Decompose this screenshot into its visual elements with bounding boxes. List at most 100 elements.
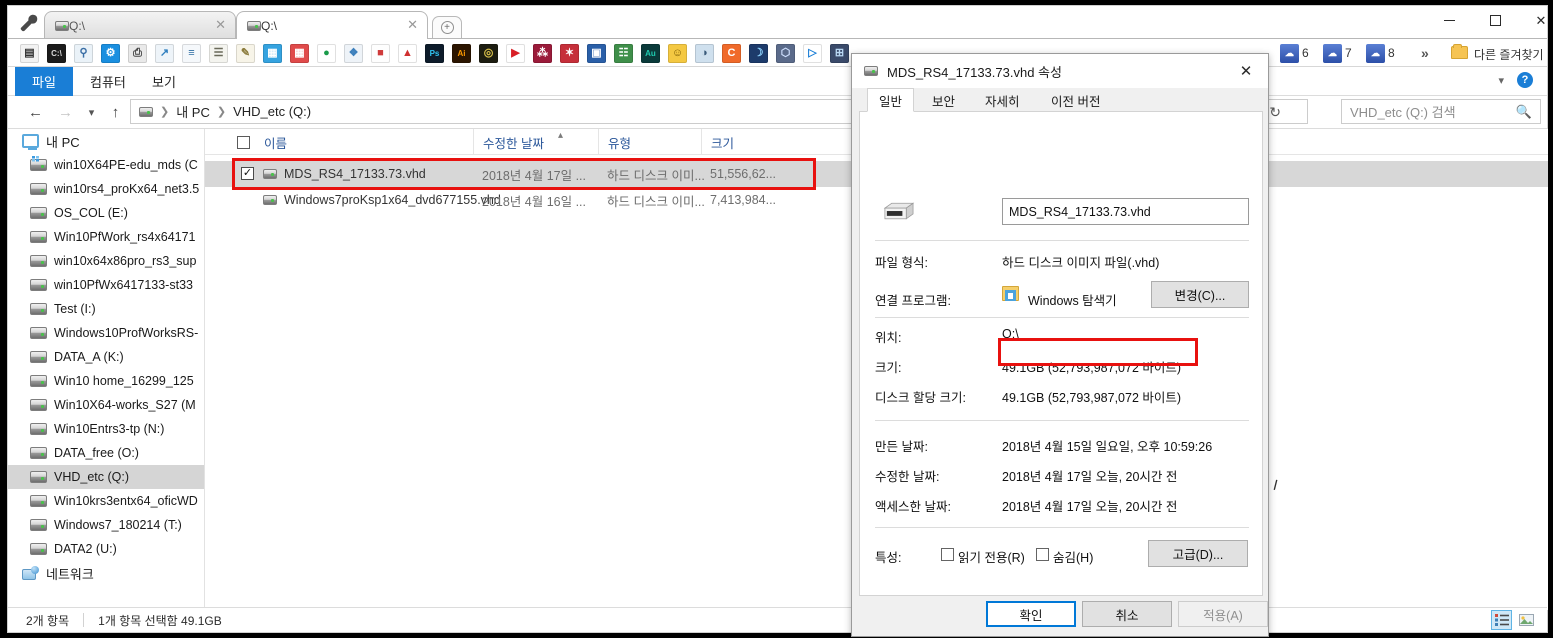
close-icon[interactable]: ✕ bbox=[407, 18, 418, 32]
column-header-size[interactable]: 크기 bbox=[701, 129, 809, 155]
row-checkbox[interactable]: ✓ bbox=[241, 167, 254, 180]
tree-item-13[interactable]: DATA_free (O:) bbox=[8, 441, 204, 465]
chevron-down-icon[interactable]: ▾ bbox=[82, 103, 101, 122]
media-icon[interactable]: ■ bbox=[371, 44, 390, 63]
ok-button[interactable]: 확인 bbox=[986, 601, 1076, 627]
dialog-tab-previous-versions[interactable]: 이전 버전 bbox=[1039, 88, 1112, 112]
maximize-button[interactable] bbox=[1472, 6, 1518, 35]
cube-icon[interactable]: ⬡ bbox=[776, 44, 795, 63]
app-icon-2[interactable]: ✶ bbox=[560, 44, 579, 63]
tree-item-8[interactable]: Windows10ProfWorksRS- bbox=[8, 321, 204, 345]
ribbon-tab-view[interactable]: 보기 bbox=[140, 67, 188, 96]
tree-item-3[interactable]: OS_COL (E:) bbox=[8, 201, 204, 225]
change-button[interactable]: 변경(C)... bbox=[1151, 281, 1249, 308]
play-icon[interactable]: ▶ bbox=[506, 44, 525, 63]
audition-icon[interactable]: Au bbox=[641, 44, 660, 63]
bookmark-icon-7[interactable]: ☁ bbox=[1323, 44, 1342, 63]
pdf-icon[interactable]: ▲ bbox=[398, 44, 417, 63]
app-icon-1[interactable]: ⁂ bbox=[533, 44, 552, 63]
utility-icon[interactable]: ⊞ bbox=[830, 44, 849, 63]
dialog-tab-details[interactable]: 자세히 bbox=[973, 88, 1032, 112]
bookmark-label-8[interactable]: 8 bbox=[1388, 46, 1395, 60]
illustrator-icon[interactable]: Ai bbox=[452, 44, 471, 63]
bookmark-icon-6[interactable]: ☁ bbox=[1280, 44, 1299, 63]
calculator-icon[interactable]: ▤ bbox=[20, 44, 39, 63]
column-header-type[interactable]: 유형 bbox=[598, 129, 701, 155]
tree-item-7[interactable]: Test (I:) bbox=[8, 297, 204, 321]
column-header-name[interactable]: 이름 bbox=[255, 129, 473, 155]
new-tab-button[interactable]: + bbox=[432, 16, 462, 38]
dialog-tab-general[interactable]: 일반 bbox=[867, 88, 915, 112]
tree-item-0[interactable]: 내 PC bbox=[8, 129, 204, 153]
tree-item-10[interactable]: Win10 home_16299_125 bbox=[8, 369, 204, 393]
readonly-label[interactable]: 읽기 전용(R) bbox=[958, 547, 1025, 566]
breadcrumb-item-vhd-etc[interactable]: VHD_etc (Q:) bbox=[233, 104, 311, 119]
imaging-icon[interactable]: ☷ bbox=[614, 44, 633, 63]
help-icon[interactable]: ? bbox=[1517, 72, 1533, 88]
ribbon-tab-computer[interactable]: 컴퓨터 bbox=[78, 67, 138, 96]
navigation-pane[interactable]: 내 PC win10X64PE-edu_mds (C win10rs4_proKx6… bbox=[8, 129, 204, 610]
refresh-icon[interactable]: ↻ bbox=[1269, 104, 1281, 121]
bookmark-icon-8[interactable]: ☁ bbox=[1366, 44, 1385, 63]
notepad-icon[interactable]: ☰ bbox=[209, 44, 228, 63]
apply-button[interactable]: 적용(A) bbox=[1178, 601, 1268, 627]
dialog-close-button[interactable]: ✕ bbox=[1224, 54, 1268, 88]
search-icon[interactable]: 🔍 bbox=[1516, 104, 1532, 120]
tree-item-16[interactable]: Windows7_180214 (T:) bbox=[8, 513, 204, 537]
close-icon[interactable]: ✕ bbox=[215, 18, 226, 32]
process-explorer-icon[interactable]: ⚙ bbox=[101, 44, 120, 63]
bookmark-label-7[interactable]: 7 bbox=[1345, 46, 1352, 60]
dialog-title-bar[interactable]: MDS_RS4_17133.73.vhd 속성 ✕ bbox=[852, 54, 1268, 88]
details-view-icon[interactable] bbox=[1491, 610, 1512, 630]
tree-item-5[interactable]: win10x64x86pro_rs3_sup bbox=[8, 249, 204, 273]
minimize-button[interactable] bbox=[1426, 6, 1472, 35]
tree-item-2[interactable]: win10rs4_proKx64_net3.5 bbox=[8, 177, 204, 201]
up-arrow-icon[interactable]: ↑ bbox=[106, 103, 125, 122]
spreadsheet-icon[interactable]: ≡ bbox=[182, 44, 201, 63]
wordpad-icon[interactable]: ✎ bbox=[236, 44, 255, 63]
command-prompt-icon[interactable]: C:\ bbox=[47, 44, 66, 63]
breadcrumb-item-my-pc[interactable]: 내 PC bbox=[176, 102, 210, 121]
cancel-button[interactable]: 취소 bbox=[1082, 601, 1172, 627]
filename-field[interactable]: MDS_RS4_17133.73.vhd bbox=[1002, 198, 1249, 225]
tree-item-14[interactable]: VHD_etc (Q:) bbox=[8, 465, 204, 489]
tree-item-6[interactable]: win10PfWx6417133-st33 bbox=[8, 273, 204, 297]
tree-item-1[interactable]: win10X64PE-edu_mds (C bbox=[8, 153, 204, 177]
readonly-checkbox[interactable] bbox=[941, 548, 954, 561]
photoshop-icon[interactable]: Ps bbox=[425, 44, 444, 63]
select-all-checkbox[interactable] bbox=[237, 136, 250, 149]
chevron-down-icon[interactable]: ▾ bbox=[1498, 74, 1504, 87]
column-header-date[interactable]: 수정한 날짜 bbox=[473, 129, 598, 155]
ccleaner-icon[interactable]: C bbox=[722, 44, 741, 63]
chrome-icon[interactable]: ● bbox=[317, 44, 336, 63]
tree-item-4[interactable]: Win10PfWork_rs4x64171 bbox=[8, 225, 204, 249]
tree-item-18[interactable]: 네트워크 bbox=[8, 561, 204, 585]
tree-item-12[interactable]: Win10Entrs3-tp (N:) bbox=[8, 417, 204, 441]
monitor-chart-icon[interactable]: ↗ bbox=[155, 44, 174, 63]
large-icons-view-icon[interactable] bbox=[1516, 610, 1537, 630]
player-icon[interactable]: ▷ bbox=[803, 44, 822, 63]
printer-icon[interactable]: ⎙ bbox=[128, 44, 147, 63]
snapshot-icon[interactable]: ▣ bbox=[587, 44, 606, 63]
globe-icon[interactable]: ◑ bbox=[695, 44, 714, 63]
close-window-button[interactable]: ✕ bbox=[1518, 6, 1553, 35]
bookmarks-overflow-button[interactable]: » bbox=[1421, 45, 1429, 61]
tree-item-9[interactable]: DATA_A (K:) bbox=[8, 345, 204, 369]
browser-tab-2[interactable]: Q:\ ✕ bbox=[236, 11, 428, 39]
tree-item-11[interactable]: Win10X64-works_S27 (M bbox=[8, 393, 204, 417]
bookmark-label-6[interactable]: 6 bbox=[1302, 46, 1309, 60]
other-bookmarks-label[interactable]: 다른 즐겨찾기 bbox=[1474, 46, 1544, 63]
dialog-tab-security[interactable]: 보안 bbox=[920, 88, 967, 112]
emoji-icon[interactable]: ☺ bbox=[668, 44, 687, 63]
camera-raw-icon[interactable]: ◎ bbox=[479, 44, 498, 63]
tree-item-15[interactable]: Win10krs3entx64_oficWD bbox=[8, 489, 204, 513]
ribbon-tab-file[interactable]: 파일 bbox=[15, 67, 73, 96]
search-input[interactable]: VHD_etc (Q:) 검색 🔍 bbox=[1341, 99, 1541, 124]
properties-dialog[interactable]: MDS_RS4_17133.73.vhd 속성 ✕ 일반 보안 자세히 이전 버… bbox=[851, 53, 1269, 637]
blue-grid-icon[interactable]: ▦ bbox=[263, 44, 282, 63]
magnifier-icon[interactable]: ⚲ bbox=[74, 44, 93, 63]
back-arrow-icon[interactable]: ← bbox=[26, 103, 45, 122]
hidden-checkbox[interactable] bbox=[1036, 548, 1049, 561]
moon-icon[interactable]: ☽ bbox=[749, 44, 768, 63]
hidden-label[interactable]: 숨김(H) bbox=[1053, 547, 1093, 566]
